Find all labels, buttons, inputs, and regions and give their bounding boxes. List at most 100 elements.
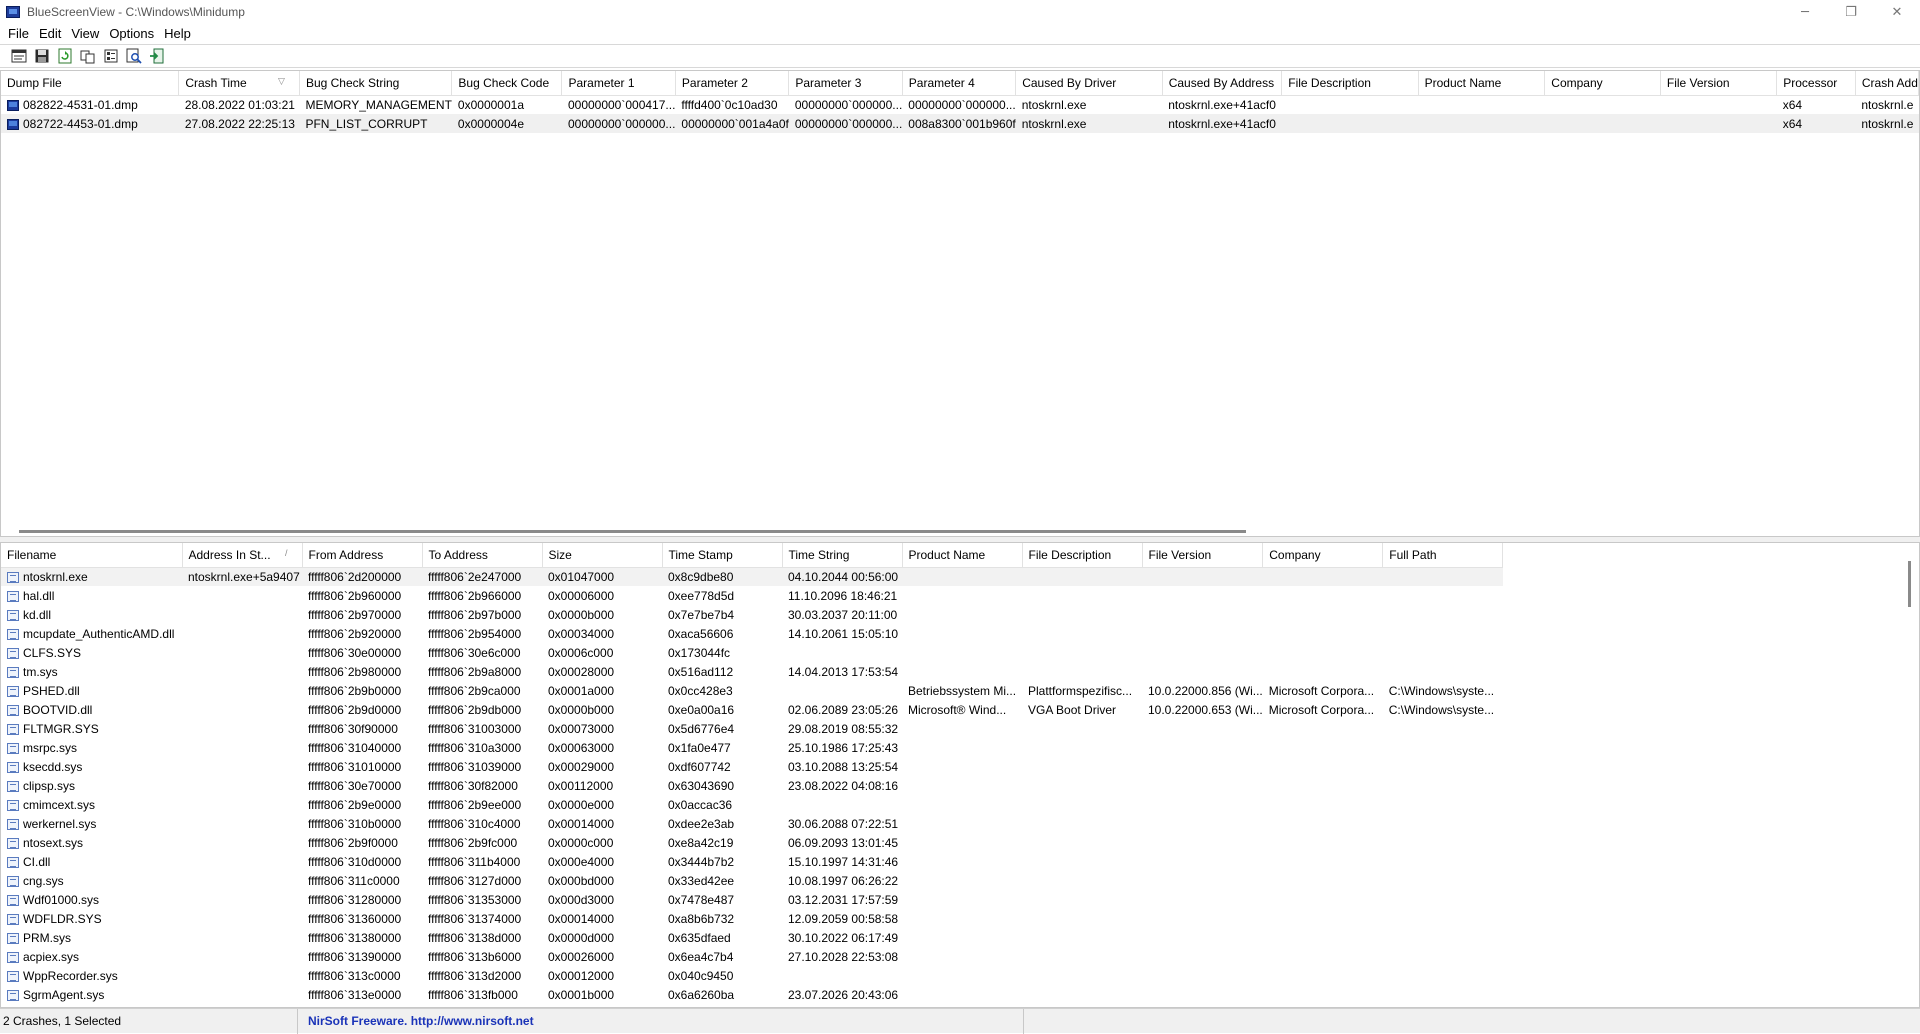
module-row[interactable]: msrpc.sys fffff806`31040000 fffff806`310a3…: [1, 738, 1503, 757]
crash-col-parameter-1[interactable]: Parameter 1: [561, 71, 676, 96]
crash-col-processor[interactable]: Processor: [1776, 71, 1856, 96]
module-row[interactable]: cng.sys fffff806`311c0000 fffff806`3127d00…: [1, 871, 1503, 890]
table-cell: [182, 890, 302, 909]
table-cell: [1263, 586, 1383, 605]
save-button[interactable]: [33, 47, 51, 65]
module-col-file-description[interactable]: File Description: [1022, 543, 1143, 568]
menu-options[interactable]: Options: [104, 24, 159, 44]
table-cell: fffff806`30e00000: [302, 643, 422, 662]
crash-col-file-version[interactable]: File Version: [1660, 71, 1778, 96]
close-button[interactable]: ✕: [1874, 0, 1920, 24]
crash-table-body: 082822-4531-01.dmp 28.08.2022 01:03:21 MEM…: [1, 95, 1919, 133]
table-cell: 28.08.2022 01:03:21: [179, 95, 300, 114]
copy-button[interactable]: [79, 47, 97, 65]
module-row[interactable]: hal.dll fffff806`2b960000 fffff806`2b96600…: [1, 586, 1503, 605]
cell-text: fffff806`31360000: [308, 911, 402, 926]
crash-col-bug-check-code[interactable]: Bug Check Code: [451, 71, 563, 96]
module-row[interactable]: PRM.sys fffff806`31380000 fffff806`3138d00…: [1, 928, 1503, 947]
cell-text: 0xdf607742: [668, 759, 731, 774]
module-col-size[interactable]: Size: [542, 543, 663, 568]
crash-col-parameter-4[interactable]: Parameter 4: [902, 71, 1017, 96]
crash-col-product-name[interactable]: Product Name: [1418, 71, 1546, 96]
module-row[interactable]: CI.dll fffff806`310d0000 fffff806`311b4000…: [1, 852, 1503, 871]
module-col-product-name[interactable]: Product Name: [902, 543, 1023, 568]
restore-button[interactable]: ❐: [1828, 0, 1874, 24]
crash-col-caused-by-address[interactable]: Caused By Address: [1162, 71, 1283, 96]
crash-col-company[interactable]: Company: [1544, 71, 1661, 96]
module-col-company[interactable]: Company: [1262, 543, 1384, 568]
cell-text: fffff806`2b9ee000: [428, 797, 522, 812]
cell-text: 0x1fa0e477: [668, 740, 731, 755]
table-cell: 0x000d3000: [542, 890, 662, 909]
cell-text: fffff806`31003000: [428, 721, 522, 736]
module-row[interactable]: werkernel.sys fffff806`310b0000 fffff806`3…: [1, 814, 1503, 833]
table-cell: [1383, 662, 1503, 681]
module-col-file-version[interactable]: File Version: [1142, 543, 1264, 568]
properties-button[interactable]: [102, 47, 120, 65]
table-cell: 00000000`000000...: [788, 114, 903, 133]
crash-row[interactable]: 082722-4453-01.dmp 27.08.2022 22:25:13 PFN…: [1, 114, 1919, 133]
status-nirsoft-link[interactable]: NirSoft Freeware. http://www.nirsoft.net: [298, 1008, 1024, 1034]
save-icon: [35, 49, 49, 63]
find-button[interactable]: [125, 47, 143, 65]
module-col-from-address[interactable]: From Address: [302, 543, 423, 568]
module-row[interactable]: PSHED.dll fffff806`2b9b0000 fffff806`2b9ca…: [1, 681, 1503, 700]
table-cell: [902, 966, 1022, 985]
module-row[interactable]: ksecdd.sys fffff806`31010000 fffff806`3103…: [1, 757, 1503, 776]
horizontal-scrollbar[interactable]: [19, 530, 1246, 533]
cell-text: 03.12.2031 17:57:59: [788, 892, 899, 907]
crash-col-file-description[interactable]: File Description: [1281, 71, 1419, 96]
minimize-button[interactable]: ─: [1782, 0, 1828, 24]
module-row[interactable]: ntosext.sys fffff806`2b9f0000 fffff806`2b9…: [1, 833, 1503, 852]
crash-col-parameter-2[interactable]: Parameter 2: [675, 71, 790, 96]
module-col-filename[interactable]: Filename: [1, 543, 183, 568]
crash-col-dump-file[interactable]: Dump File: [1, 71, 180, 96]
crash-col-crash-add[interactable]: Crash Add: [1855, 71, 1919, 96]
module-row[interactable]: Wdf01000.sys fffff806`31280000 fffff806`31…: [1, 890, 1503, 909]
menu-help[interactable]: Help: [159, 24, 196, 44]
table-cell: fffff806`30e6c000: [422, 643, 542, 662]
crash-col-crash-time[interactable]: Crash Time ▽: [178, 71, 300, 96]
module-col-time-stamp[interactable]: Time Stamp: [662, 543, 783, 568]
module-col-address-in-st[interactable]: Address In St... /: [182, 543, 303, 568]
crash-row[interactable]: 082822-4531-01.dmp 28.08.2022 01:03:21 MEM…: [1, 95, 1919, 114]
cell-text: 0x0000b000: [548, 607, 615, 622]
table-cell: fffff806`310d0000: [302, 852, 422, 871]
table-cell: 29.08.2019 08:55:32: [782, 719, 902, 738]
menu-view[interactable]: View: [66, 24, 104, 44]
module-row[interactable]: kd.dll fffff806`2b970000 fffff806`2b97b000…: [1, 605, 1503, 624]
crash-col-caused-by-driver[interactable]: Caused By Driver: [1015, 71, 1163, 96]
table-cell: ntoskrnl.e: [1855, 95, 1918, 114]
crash-col-bug-check-string[interactable]: Bug Check String: [299, 71, 453, 96]
vertical-scrollbar[interactable]: [1908, 561, 1911, 607]
menu-edit[interactable]: Edit: [34, 24, 66, 44]
module-row[interactable]: WDFLDR.SYS fffff806`31360000 fffff806`3137…: [1, 909, 1503, 928]
table-cell: [1142, 985, 1263, 1004]
module-row[interactable]: mcupdate_AuthenticAMD.dll fffff806`2b9200…: [1, 624, 1503, 643]
module-row[interactable]: ntoskrnl.exe ntoskrnl.exe+5a9407 fffff806`…: [1, 567, 1503, 586]
module-row[interactable]: clipsp.sys fffff806`30e70000 fffff806`30f8…: [1, 776, 1503, 795]
module-row[interactable]: CLFS.SYS fffff806`30e00000 fffff806`30e6c0…: [1, 643, 1503, 662]
refresh-button[interactable]: [56, 47, 74, 65]
table-cell: [1022, 985, 1142, 1004]
module-row[interactable]: tm.sys fffff806`2b980000 fffff806`2b9a8000…: [1, 662, 1503, 681]
menu-file[interactable]: File: [3, 24, 34, 44]
table-cell: [1383, 833, 1503, 852]
table-cell: 0x00026000: [542, 947, 662, 966]
module-row[interactable]: WppRecorder.sys fffff806`313c0000 fffff806…: [1, 966, 1503, 985]
html-report-button[interactable]: [10, 47, 28, 65]
table-cell: [1262, 567, 1383, 586]
module-row[interactable]: acpiex.sys fffff806`31390000 fffff806`313b…: [1, 947, 1503, 966]
module-col-to-address[interactable]: To Address: [422, 543, 543, 568]
crash-col-parameter-3[interactable]: Parameter 3: [788, 71, 903, 96]
table-cell: [182, 643, 302, 662]
module-row[interactable]: FLTMGR.SYS fffff806`30f90000 fffff806`3100…: [1, 719, 1503, 738]
exit-button[interactable]: [148, 47, 166, 65]
table-cell: [1544, 114, 1661, 133]
module-row[interactable]: SgrmAgent.sys fffff806`313e0000 fffff806`3…: [1, 985, 1503, 1004]
module-col-time-string[interactable]: Time String: [782, 543, 903, 568]
table-cell: Microsoft Corpora...: [1263, 700, 1383, 719]
module-col-full-path[interactable]: Full Path: [1382, 543, 1504, 568]
module-row[interactable]: cmimcext.sys fffff806`2b9e0000 fffff806`2b…: [1, 795, 1503, 814]
module-row[interactable]: BOOTVID.dll fffff806`2b9d0000 fffff806`2b9…: [1, 700, 1503, 719]
